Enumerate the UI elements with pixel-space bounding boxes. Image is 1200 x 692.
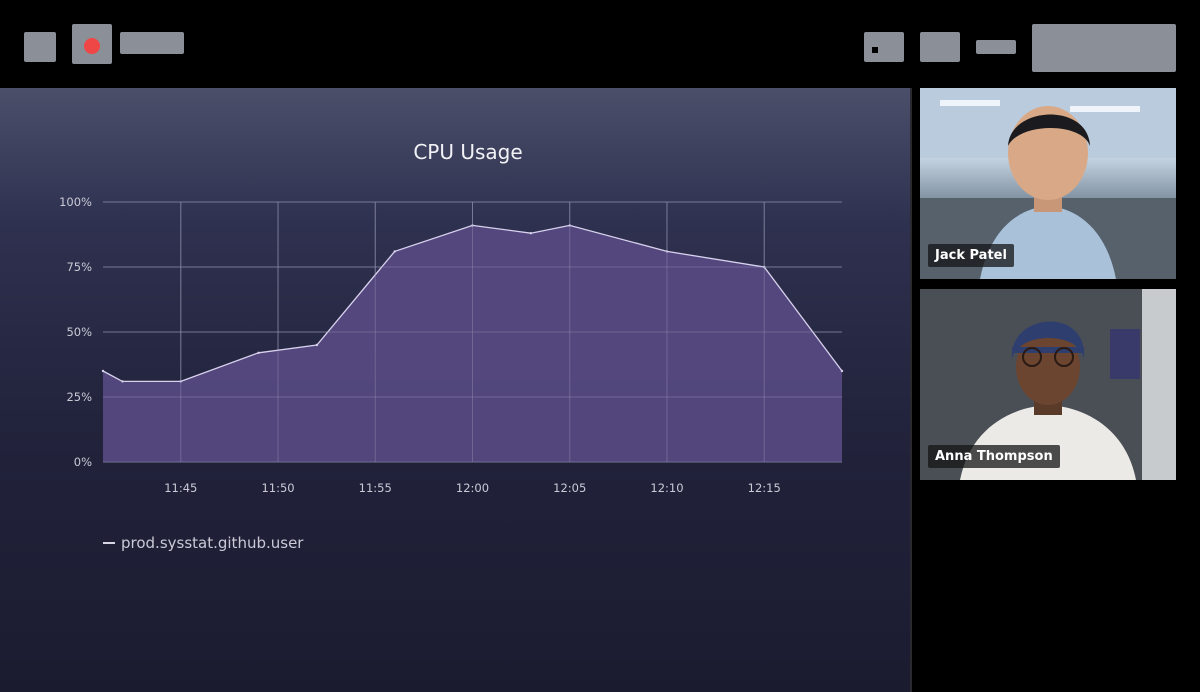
x-tick-label: 12:00: [456, 481, 489, 495]
recording-timer: [120, 32, 184, 54]
data-point: [257, 351, 260, 354]
y-tick-label: 75%: [66, 260, 92, 274]
panel-divider: [910, 88, 912, 692]
data-point: [121, 380, 124, 383]
participant-name: Jack Patel: [928, 244, 1014, 267]
menu-icon[interactable]: [24, 32, 56, 62]
record-button[interactable]: [72, 24, 112, 64]
data-point: [529, 232, 533, 235]
y-tick-label: 100%: [59, 195, 92, 209]
legend-label: prod.sysstat.github.user: [121, 534, 304, 552]
layout-icon[interactable]: [864, 32, 904, 62]
cpu-usage-chart: 0% 25% 50% 75% 100% 11:45 11:50 11:55 12:00 12:05…: [59, 195, 844, 495]
data-point: [101, 369, 105, 373]
legend-swatch: [103, 542, 115, 544]
leave-button[interactable]: [1032, 24, 1176, 72]
shared-screen: CPU Usage 0% 25% 50% 75% 100% 11:45 11:50 11:55…: [0, 88, 910, 692]
participant-name: Anna Thompson: [928, 445, 1060, 468]
participant-tile[interactable]: Jack Patel: [920, 88, 1176, 279]
x-tick-label: 12:10: [650, 481, 683, 495]
x-tick-label: 11:55: [359, 481, 392, 495]
participant-tile[interactable]: Anna Thompson: [920, 289, 1176, 480]
people-icon[interactable]: [920, 32, 960, 62]
data-point: [393, 250, 396, 253]
x-tick-label: 11:45: [164, 481, 197, 495]
data-point: [840, 369, 844, 373]
record-icon: [84, 38, 100, 54]
meeting-toolbar: [0, 0, 1200, 88]
chart-legend: prod.sysstat.github.user: [103, 534, 303, 552]
x-tick-label: 12:05: [553, 481, 586, 495]
more-icon[interactable]: [976, 40, 1016, 54]
data-point: [315, 343, 319, 347]
x-tick-label: 12:15: [748, 481, 781, 495]
y-tick-label: 0%: [74, 455, 92, 469]
y-tick-label: 50%: [66, 325, 92, 339]
y-tick-label: 25%: [66, 390, 92, 404]
x-tick-label: 11:50: [261, 481, 294, 495]
